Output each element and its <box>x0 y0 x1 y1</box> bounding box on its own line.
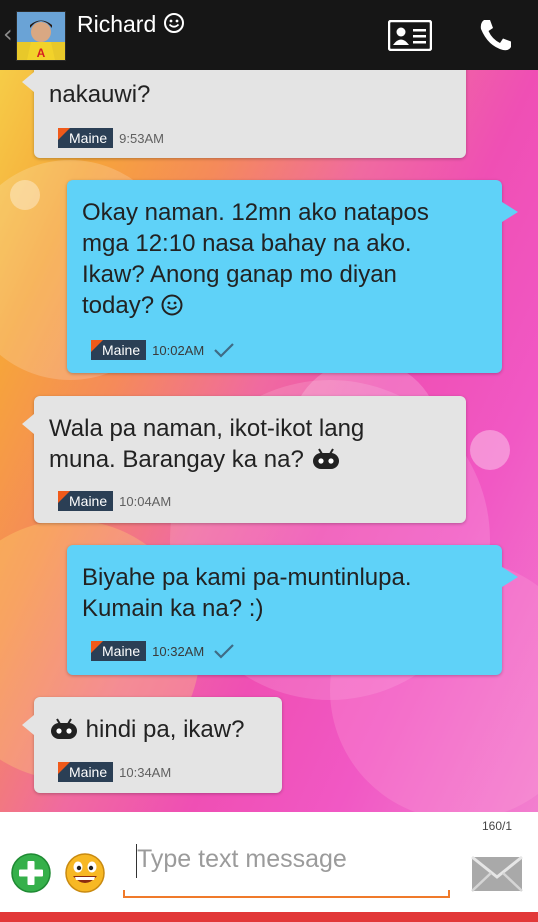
contact-name: Richard <box>77 11 185 38</box>
back-icon[interactable]: ‹ <box>3 22 13 46</box>
message-meta: Maine 10:34AM <box>58 762 171 782</box>
contact-card-icon[interactable] <box>388 20 432 51</box>
conversation-header: ‹ A Richard <box>0 0 538 70</box>
message-text: Biyahe pa kami pa-muntinlupa. Kumain ka … <box>82 564 412 622</box>
message-text: Okay naman. 12mn ako natapos mga 12:10 n… <box>82 199 429 319</box>
message-bubble-outgoing[interactable]: Okay naman. 12mn ako natapos mga 12:10 n… <box>67 180 518 373</box>
message-bubble-outgoing[interactable]: Biyahe pa kami pa-muntinlupa. Kumain ka … <box>67 545 518 675</box>
delivered-check-icon <box>214 644 234 659</box>
navigation-bar-edge <box>0 912 538 922</box>
timestamp: 10:34AM <box>119 764 172 780</box>
plus-icon[interactable] <box>11 853 51 893</box>
message-bubble-incoming[interactable]: Wala pa naman, ikot-ikot lang muna. Bara… <box>22 396 466 523</box>
message-input[interactable]: Type text message <box>123 836 450 902</box>
smiley-icon <box>163 13 184 33</box>
envelope-icon[interactable] <box>470 853 524 895</box>
message-bubble-incoming[interactable]: hindi pa, ikaw? Maine 10:34AM <box>22 697 282 793</box>
sender-tag: Maine <box>91 641 147 661</box>
message-text: nakauwi? <box>49 81 151 108</box>
sender-tag: Maine <box>58 128 114 148</box>
message-meta: Maine 10:04AM <box>58 491 171 511</box>
robot-emoticon-icon <box>51 718 77 739</box>
phone-icon[interactable] <box>476 17 516 53</box>
message-input-placeholder: Type text message <box>137 845 347 873</box>
message-meta: Maine 10:02AM <box>91 340 235 360</box>
message-text: Wala pa naman, ikot-ikot lang muna. Bara… <box>49 415 365 473</box>
message-meta: Maine 10:32AM <box>91 641 235 661</box>
sender-tag: Maine <box>58 762 114 782</box>
smiley-emoticon-icon <box>161 294 183 316</box>
sender-tag: Maine <box>91 340 147 360</box>
delivered-check-icon <box>214 343 234 358</box>
svg-text:A: A <box>37 46 46 60</box>
timestamp: 9:53AM <box>119 130 164 146</box>
robot-emoticon-icon <box>312 448 339 469</box>
message-text: hindi pa, ikaw? <box>49 714 244 745</box>
sender-tag: Maine <box>58 491 114 511</box>
timestamp: 10:04AM <box>119 493 172 509</box>
emoji-icon[interactable] <box>65 852 105 894</box>
character-counter: 160/1 <box>481 819 512 833</box>
timestamp: 10:32AM <box>152 643 205 659</box>
timestamp: 10:02AM <box>152 342 205 358</box>
avatar[interactable]: A <box>16 11 66 61</box>
message-meta: Maine 9:53AM <box>58 128 164 148</box>
